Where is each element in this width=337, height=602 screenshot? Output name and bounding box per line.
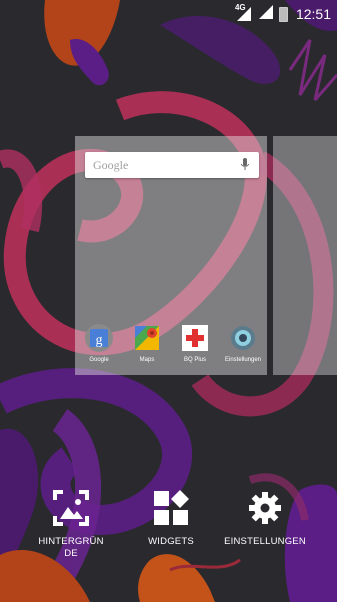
app-maps[interactable]: Maps <box>124 324 170 370</box>
widgets-label: WIDGETS <box>148 536 194 547</box>
wallpaper-label-line2: DE <box>64 548 78 559</box>
next-page-preview[interactable] <box>273 136 337 375</box>
app-label: BQ Plus <box>183 357 206 363</box>
settings-icon <box>229 324 257 352</box>
network-signal-icon: 4G <box>235 4 253 21</box>
settings-button[interactable]: EINSTELLUNGEN <box>222 490 308 548</box>
app-label: Maps <box>139 357 155 363</box>
app-einstellungen[interactable]: Einstellungen <box>220 324 266 370</box>
maps-icon <box>133 324 161 352</box>
app-row: g Google Maps BQ Plus Einstellungen <box>75 324 267 370</box>
wallpaper-icon <box>53 490 89 526</box>
home-page-preview[interactable]: Google g Google Maps BQ Plus Einstellung… <box>75 136 267 375</box>
wallpaper-label: HINTERGRÜN DE <box>38 536 103 560</box>
cell-signal-icon <box>258 5 273 23</box>
app-bq-plus[interactable]: BQ Plus <box>172 324 218 370</box>
gear-icon <box>247 490 283 526</box>
widgets-button[interactable]: WIDGETS <box>135 490 207 548</box>
overview-options: HINTERGRÜN DE WIDGETS EINSTELLUNGEN <box>0 490 337 570</box>
clock: 12:51 <box>295 6 331 22</box>
settings-label: EINSTELLUNGEN <box>224 536 306 547</box>
app-label: Einstellungen <box>224 357 262 363</box>
status-bar: 4G 12:51 <box>0 0 337 28</box>
wallpaper-label-line1: HINTERGRÜN <box>38 536 104 547</box>
google-search-icon: g <box>85 324 113 352</box>
wallpaper-button[interactable]: HINTERGRÜN DE <box>33 490 109 560</box>
bq-plus-icon <box>181 324 209 352</box>
widgets-icon <box>153 490 189 526</box>
svg-text:g: g <box>96 333 103 348</box>
mic-icon[interactable] <box>241 158 249 176</box>
battery-icon <box>278 6 288 22</box>
google-search-bar[interactable]: Google <box>85 152 259 178</box>
app-label: Google <box>89 357 109 363</box>
app-google[interactable]: g Google <box>76 324 122 370</box>
google-logo: Google <box>93 158 129 172</box>
